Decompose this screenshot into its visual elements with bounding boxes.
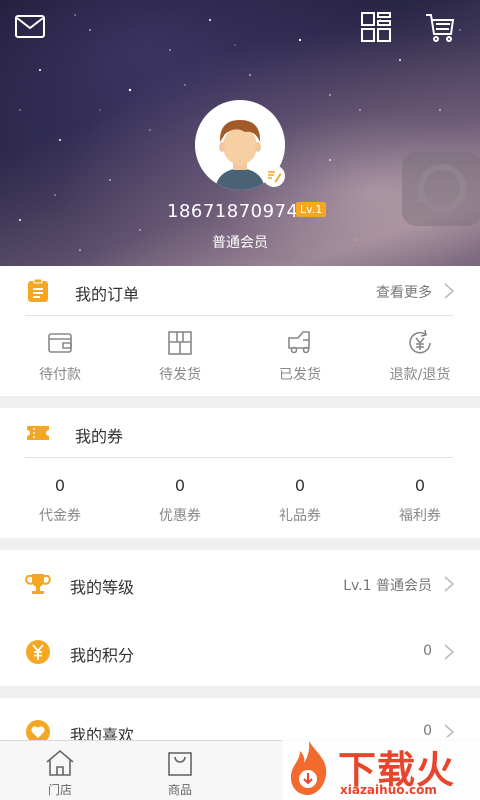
- qr-code-icon[interactable]: [359, 10, 393, 44]
- coupon-gift[interactable]: 0 礼品券: [240, 476, 360, 525]
- watermark-url: xiazaihuo.com: [340, 783, 437, 797]
- section-title: 我的券: [75, 427, 124, 446]
- package-icon: [168, 331, 192, 355]
- tab-store[interactable]: 门店: [20, 747, 100, 798]
- order-status-label: 待付款: [39, 367, 81, 383]
- store-icon: [46, 749, 74, 776]
- coupon-discount[interactable]: 0 优惠券: [120, 476, 240, 525]
- tab-products[interactable]: 商品: [140, 747, 220, 798]
- tab-label: 商品: [167, 783, 192, 797]
- ticket-icon: [27, 426, 49, 440]
- tab-label: 门店: [47, 783, 72, 797]
- coupons-section: 我的券 0 代金券 0 优惠券 0 礼品券 0 福利券: [0, 408, 480, 538]
- cart-icon[interactable]: [423, 10, 457, 44]
- menu-row-value: 0: [423, 643, 432, 659]
- chevron-right-icon: [444, 283, 455, 299]
- profile-header: 18671870974 Lv.1 普通会员: [0, 0, 480, 266]
- coupon-count: 0: [54, 476, 66, 495]
- coupon-count: 0: [294, 476, 306, 495]
- user-phone: 18671870974: [167, 201, 299, 222]
- menu-row-value: Lv.1 普通会员: [343, 578, 432, 594]
- coupon-welfare[interactable]: 0 福利券: [360, 476, 480, 525]
- member-type: 普通会员: [212, 235, 268, 251]
- yen-coin-icon: [26, 640, 50, 664]
- divider: [25, 457, 453, 458]
- orders-section: 我的订单 查看更多 待付款 待发货 已发货 退款/退货: [0, 266, 480, 396]
- coupons-header[interactable]: 我的券: [0, 408, 480, 458]
- coupon-label: 礼品券: [279, 508, 321, 524]
- wallet-icon: [48, 333, 72, 353]
- menu-row-title: 我的等级: [70, 578, 135, 597]
- order-status-refund[interactable]: 退款/退货: [360, 328, 480, 384]
- order-status-shipped[interactable]: 已发货: [240, 328, 360, 384]
- menu-row-points[interactable]: 我的积分 0: [0, 618, 480, 686]
- coupon-count: 0: [174, 476, 186, 495]
- divider: [25, 315, 453, 316]
- truck-icon: [288, 331, 310, 354]
- order-status-grid: 待付款 待发货 已发货 退款/退货: [0, 328, 480, 384]
- coupon-label: 福利券: [399, 508, 441, 524]
- refund-icon: [409, 329, 431, 354]
- order-status-label: 待发货: [159, 367, 201, 383]
- coupon-label: 优惠券: [159, 508, 201, 524]
- menu-row-title: 我的积分: [70, 646, 135, 665]
- coupon-label: 代金券: [39, 508, 81, 524]
- menu-row-level[interactable]: 我的等级 Lv.1 普通会员: [0, 550, 480, 618]
- shopping-bag-icon: [168, 752, 192, 776]
- orders-header[interactable]: 我的订单 查看更多: [0, 266, 480, 316]
- trophy-icon: [25, 574, 51, 594]
- mail-icon[interactable]: [13, 10, 47, 44]
- coupon-voucher[interactable]: 0 代金券: [0, 476, 120, 525]
- order-status-label: 已发货: [279, 367, 321, 383]
- watermark-logo: 下载火 xiazaihuo.com: [282, 737, 480, 800]
- order-status-label: 退款/退货: [389, 367, 451, 383]
- edit-profile-icon[interactable]: [263, 165, 285, 187]
- flame-logo-icon: [290, 741, 327, 795]
- chevron-right-icon: [444, 576, 455, 592]
- coupon-count: 0: [414, 476, 426, 495]
- coupon-grid: 0 代金券 0 优惠券 0 礼品券 0 福利券: [0, 476, 480, 525]
- order-list-icon: [28, 278, 48, 302]
- order-status-pending-payment[interactable]: 待付款: [0, 328, 120, 384]
- level-badge: Lv.1: [296, 202, 327, 217]
- floating-assist-button[interactable]: [402, 152, 480, 226]
- chevron-right-icon: [444, 644, 455, 660]
- view-more-link[interactable]: 查看更多: [376, 282, 432, 302]
- section-title: 我的订单: [75, 285, 140, 304]
- order-status-pending-shipment[interactable]: 待发货: [120, 328, 240, 384]
